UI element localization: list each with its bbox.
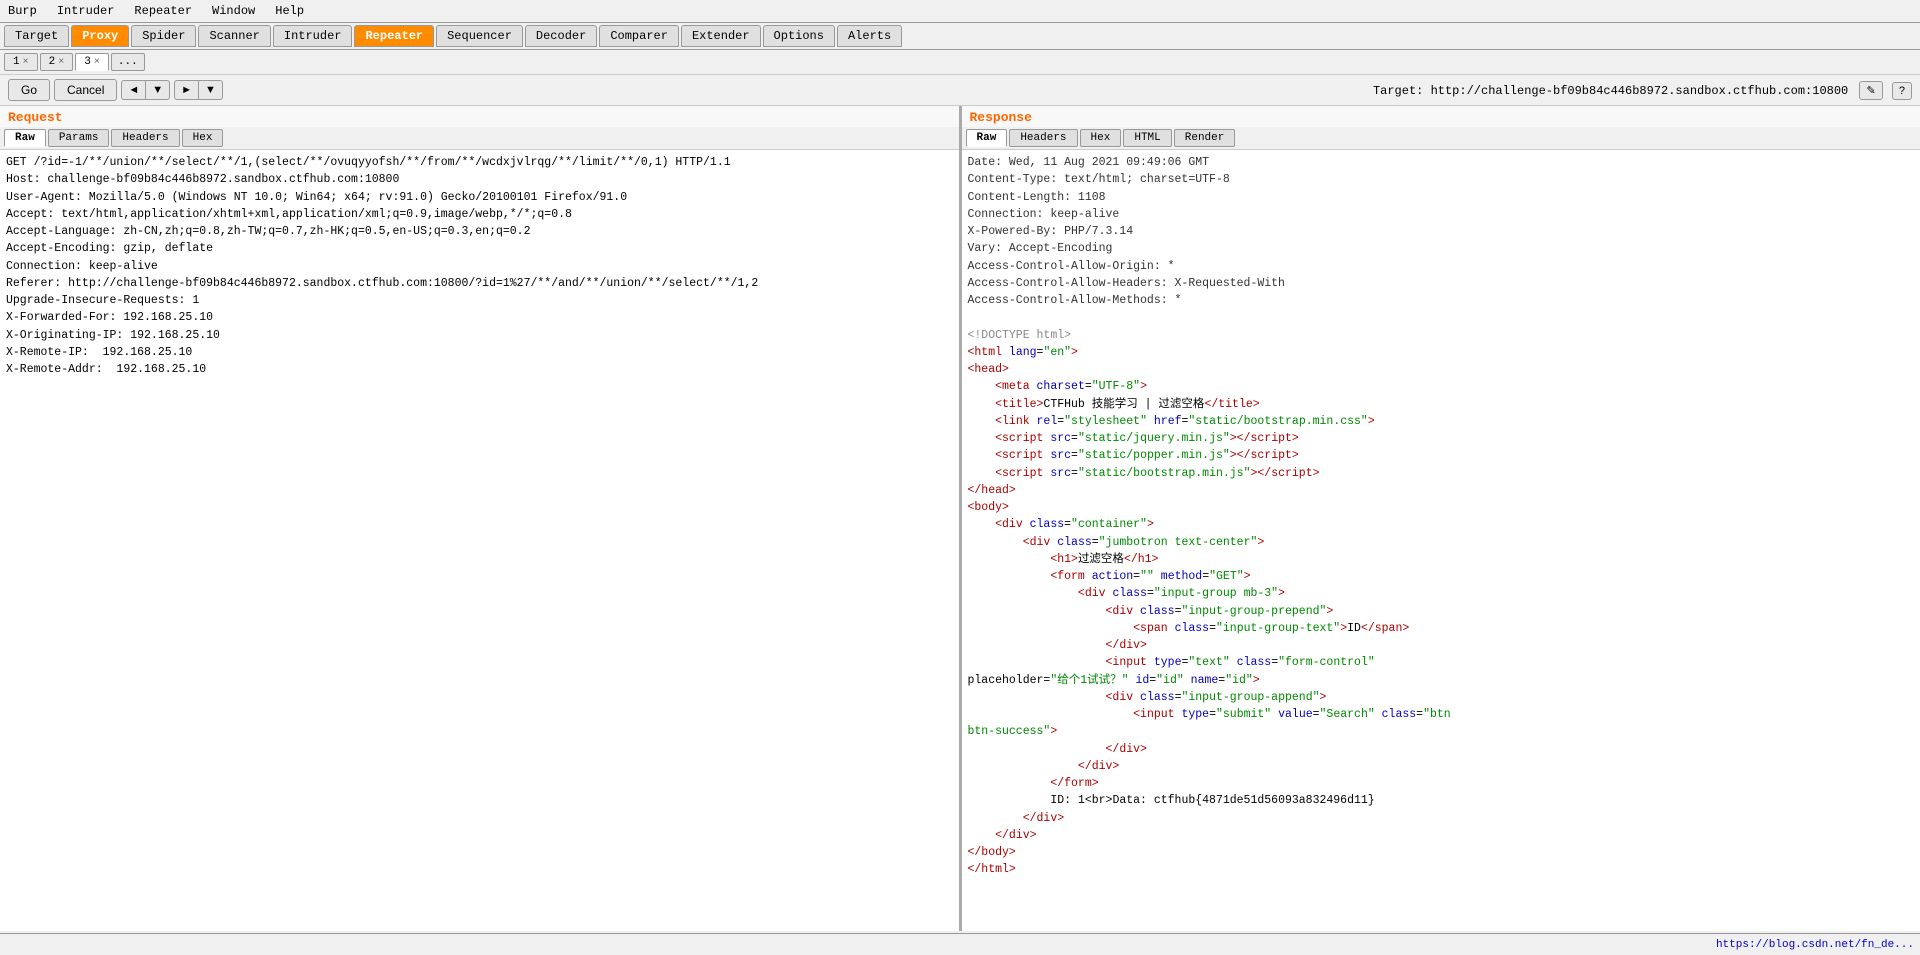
num-tab-2-close[interactable]: × xyxy=(58,57,64,68)
tab-scanner[interactable]: Scanner xyxy=(198,25,270,47)
num-tab-1[interactable]: 1 × xyxy=(4,53,38,71)
tab-spider[interactable]: Spider xyxy=(131,25,196,47)
status-link[interactable]: https://blog.csdn.net/fn_de... xyxy=(1716,939,1914,951)
tab-alerts[interactable]: Alerts xyxy=(837,25,902,47)
controls-bar: Go Cancel ◄ ▼ ► ▼ Target: http://challen… xyxy=(0,75,1920,106)
menu-help[interactable]: Help xyxy=(271,2,308,20)
num-tab-1-close[interactable]: × xyxy=(23,57,29,68)
target-help-button[interactable]: ? xyxy=(1892,82,1912,100)
num-tab-2[interactable]: 2 × xyxy=(40,53,74,71)
menu-bar: Burp Intruder Repeater Window Help xyxy=(0,0,1920,23)
tab-extender[interactable]: Extender xyxy=(681,25,761,47)
nav-back-down-button[interactable]: ▼ xyxy=(145,80,170,100)
request-tab-raw[interactable]: Raw xyxy=(4,129,46,147)
num-tab-1-label: 1 xyxy=(13,56,20,68)
response-tab-html[interactable]: HTML xyxy=(1123,129,1171,147)
num-tabs: 1 × 2 × 3 × ... xyxy=(0,50,1920,75)
response-title: Response xyxy=(962,106,1920,127)
tab-sequencer[interactable]: Sequencer xyxy=(436,25,523,47)
tab-proxy[interactable]: Proxy xyxy=(71,25,129,47)
response-tab-hex[interactable]: Hex xyxy=(1080,129,1122,147)
nav-back-group: ◄ ▼ xyxy=(121,80,170,100)
request-tab-params[interactable]: Params xyxy=(48,129,110,147)
status-bar: https://blog.csdn.net/fn_de... xyxy=(0,933,1920,955)
request-panel: Request Raw Params Headers Hex GET /?id=… xyxy=(0,106,962,931)
target-url: http://challenge-bf09b84c446b8972.sandbo… xyxy=(1431,84,1849,98)
nav-fwd-group: ► ▼ xyxy=(174,80,223,100)
nav-back-button[interactable]: ◄ xyxy=(121,80,145,100)
request-tab-headers[interactable]: Headers xyxy=(111,129,179,147)
tab-comparer[interactable]: Comparer xyxy=(599,25,679,47)
request-tab-hex[interactable]: Hex xyxy=(182,129,224,147)
response-tabs: Raw Headers Hex HTML Render xyxy=(962,127,1920,150)
nav-fwd-button[interactable]: ► xyxy=(174,80,198,100)
request-tabs: Raw Params Headers Hex xyxy=(0,127,959,150)
response-content[interactable]: Date: Wed, 11 Aug 2021 09:49:06 GMT Cont… xyxy=(962,150,1920,931)
menu-intruder[interactable]: Intruder xyxy=(53,2,119,20)
response-tab-raw[interactable]: Raw xyxy=(966,129,1008,147)
request-content[interactable]: GET /?id=-1/**/union/**/select/**/1,(sel… xyxy=(0,150,959,931)
num-tab-3-label: 3 xyxy=(84,56,91,68)
request-title: Request xyxy=(0,106,959,127)
response-tab-render[interactable]: Render xyxy=(1174,129,1236,147)
num-tab-3-close[interactable]: × xyxy=(94,57,100,68)
main-tabs: Target Proxy Spider Scanner Intruder Rep… xyxy=(0,23,1920,50)
tab-target[interactable]: Target xyxy=(4,25,69,47)
tab-decoder[interactable]: Decoder xyxy=(525,25,597,47)
target-info: Target: http://challenge-bf09b84c446b897… xyxy=(1373,81,1912,100)
menu-burp[interactable]: Burp xyxy=(4,2,41,20)
num-tab-more[interactable]: ... xyxy=(111,53,145,71)
target-edit-button[interactable]: ✎ xyxy=(1859,81,1882,100)
cancel-button[interactable]: Cancel xyxy=(54,79,117,101)
num-tab-3[interactable]: 3 × xyxy=(75,53,109,71)
response-tab-headers[interactable]: Headers xyxy=(1009,129,1077,147)
menu-repeater[interactable]: Repeater xyxy=(130,2,196,20)
menu-window[interactable]: Window xyxy=(208,2,259,20)
tab-options[interactable]: Options xyxy=(763,25,835,47)
num-tab-2-label: 2 xyxy=(49,56,56,68)
tab-repeater[interactable]: Repeater xyxy=(354,25,434,47)
tab-intruder[interactable]: Intruder xyxy=(273,25,353,47)
main-content: Request Raw Params Headers Hex GET /?id=… xyxy=(0,106,1920,931)
go-button[interactable]: Go xyxy=(8,79,50,101)
nav-fwd-down-button[interactable]: ▼ xyxy=(198,80,223,100)
response-panel: Response Raw Headers Hex HTML Render Dat… xyxy=(962,106,1920,931)
target-label: Target: xyxy=(1373,84,1423,98)
